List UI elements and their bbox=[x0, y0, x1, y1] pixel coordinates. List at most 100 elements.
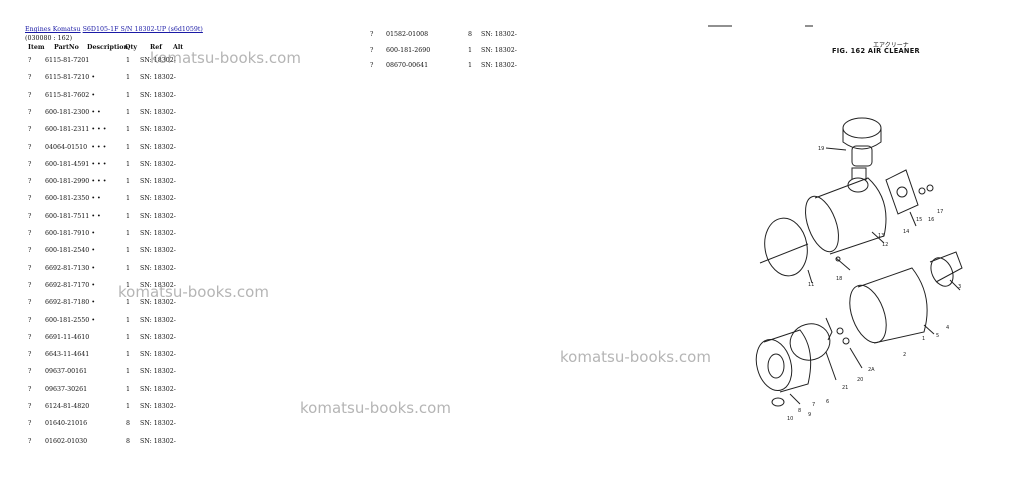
callout-10: 10 bbox=[787, 416, 793, 422]
cell-partno: 600-181-2540 • bbox=[45, 247, 96, 255]
cell-ref: SN: 18302- bbox=[140, 264, 176, 272]
cell-ref: SN: 18302- bbox=[140, 74, 176, 82]
callout-12: 12 bbox=[882, 242, 888, 248]
cell-partno: 6692-81-7130 • bbox=[45, 264, 96, 272]
callout-6: 6 bbox=[826, 399, 829, 405]
cell-partno: 01582-01008 bbox=[386, 31, 429, 38]
cell-qty: 1 bbox=[126, 403, 131, 410]
cell-ref: SN: 18302- bbox=[481, 46, 517, 54]
cell-item: ? bbox=[28, 212, 32, 220]
cell-ref: SN: 18302- bbox=[140, 385, 176, 393]
cell-partno: 600-181-2300 • • bbox=[45, 108, 101, 116]
cell-partno: 01602-01030 bbox=[45, 437, 88, 445]
cell-ref: SN: 18302- bbox=[140, 91, 176, 99]
callout-4: 4 bbox=[946, 325, 949, 331]
cell-qty: 1 bbox=[126, 385, 131, 393]
cell-qty: 8 bbox=[468, 31, 473, 38]
column-header-item: Item bbox=[28, 44, 45, 51]
cell-item: ? bbox=[28, 316, 32, 324]
cell-partno: 600-181-2350 • • bbox=[45, 195, 101, 203]
cell-partno: 6124-81-4820 bbox=[45, 403, 90, 410]
cell-ref: SN: 18302- bbox=[481, 31, 517, 38]
cell-partno: 6691-11-4610 bbox=[45, 333, 90, 341]
cell-ref: SN: 18302- bbox=[140, 333, 176, 341]
callout-20: 20 bbox=[857, 377, 863, 383]
cell-qty: 1 bbox=[126, 316, 131, 324]
callout-3: 3 bbox=[958, 284, 961, 290]
cell-ref: SN: 18302- bbox=[140, 160, 176, 168]
cell-item: ? bbox=[28, 108, 32, 116]
cell-item: ? bbox=[28, 385, 32, 393]
cell-item: ? bbox=[28, 247, 32, 255]
cell-partno: 6643-11-4641 bbox=[45, 351, 90, 359]
breadcrumb-link-engines[interactable]: Engines Komatsu bbox=[25, 26, 81, 33]
page-subtitle: (030080 : 162) bbox=[25, 35, 73, 42]
cell-qty: 8 bbox=[126, 437, 131, 445]
cell-partno: 600-181-7511 • • bbox=[45, 212, 101, 220]
callout-18: 18 bbox=[836, 276, 842, 282]
cell-item: ? bbox=[28, 57, 32, 64]
cell-partno: 6115-81-7602 • bbox=[45, 91, 96, 99]
cell-ref: SN: 18302- bbox=[140, 403, 176, 410]
cell-partno: 09637-30261 bbox=[45, 385, 88, 393]
breadcrumb: Engines Komatsu S6D105-1F S/N 18302-UP (… bbox=[25, 26, 203, 33]
cell-ref: SN: 18302- bbox=[140, 108, 176, 116]
cell-qty: 1 bbox=[126, 126, 131, 134]
cell-qty: 1 bbox=[126, 247, 131, 255]
cell-qty: 1 bbox=[126, 333, 131, 341]
cell-partno: 600-181-2550 • bbox=[45, 316, 96, 324]
cell-item: ? bbox=[28, 178, 32, 186]
callout-1: 1 bbox=[922, 336, 925, 342]
cell-partno: 6692-81-7180 • bbox=[45, 299, 96, 307]
cell-ref: SN: 18302- bbox=[481, 62, 517, 69]
breadcrumb-link-model[interactable]: S6D105-1F S/N 18302-UP (s6d1059t) bbox=[83, 26, 203, 33]
cell-item: ? bbox=[370, 62, 374, 69]
cell-qty: 1 bbox=[126, 57, 131, 64]
callout-17: 17 bbox=[937, 209, 943, 215]
callout-5: 5 bbox=[936, 333, 939, 339]
cell-qty: 1 bbox=[126, 74, 131, 82]
cell-partno: 600-181-7910 • bbox=[45, 230, 96, 237]
cell-qty: 1 bbox=[126, 195, 131, 203]
cell-ref: SN: 18302- bbox=[140, 420, 176, 428]
cell-item: ? bbox=[28, 351, 32, 359]
cell-partno: 08670-00641 bbox=[386, 62, 429, 69]
callout-2: 2 bbox=[903, 352, 906, 358]
callout-11: 11 bbox=[808, 282, 814, 288]
cell-ref: SN: 18302- bbox=[140, 351, 176, 359]
cell-qty: 8 bbox=[126, 420, 131, 428]
cell-ref: SN: 18302- bbox=[140, 230, 176, 237]
watermark: komatsu-books.com bbox=[560, 348, 711, 366]
cell-item: ? bbox=[28, 143, 32, 151]
cell-qty: 1 bbox=[126, 91, 131, 99]
cell-partno: 6115-81-7201 bbox=[45, 57, 90, 64]
cell-partno: 01640-21016 bbox=[45, 420, 88, 428]
column-header-qty: Qty bbox=[125, 44, 138, 51]
watermark: komatsu-books.com bbox=[118, 283, 269, 301]
cell-qty: 1 bbox=[126, 108, 131, 116]
cell-partno: 600-181-4591 • • • bbox=[45, 160, 107, 168]
cell-partno: 6115-81-7210 • bbox=[45, 74, 96, 82]
callout-2a: 2A bbox=[868, 367, 875, 373]
cell-item: ? bbox=[28, 126, 32, 134]
cell-ref: SN: 18302- bbox=[140, 212, 176, 220]
cell-item: ? bbox=[28, 437, 32, 445]
callout-19: 19 bbox=[818, 146, 824, 152]
cell-item: ? bbox=[370, 31, 374, 38]
cell-item: ? bbox=[28, 195, 32, 203]
cell-qty: 1 bbox=[126, 160, 131, 168]
cell-partno: 09637-00161 bbox=[45, 368, 88, 376]
cell-item: ? bbox=[28, 299, 32, 307]
callout-13: 13 bbox=[878, 233, 884, 239]
cell-ref: SN: 18302- bbox=[140, 368, 176, 376]
cell-qty: 1 bbox=[468, 46, 473, 54]
callout-7: 7 bbox=[812, 402, 815, 408]
cell-partno: 600-181-2690 bbox=[386, 46, 431, 54]
callout-14: 14 bbox=[903, 229, 909, 235]
cell-partno: 6692-81-7170 • bbox=[45, 281, 96, 289]
cell-item: ? bbox=[370, 46, 374, 54]
callout-9: 9 bbox=[808, 412, 811, 418]
cell-qty: 1 bbox=[468, 62, 473, 69]
cell-ref: SN: 18302- bbox=[140, 143, 176, 151]
watermark: komatsu-books.com bbox=[300, 399, 451, 417]
